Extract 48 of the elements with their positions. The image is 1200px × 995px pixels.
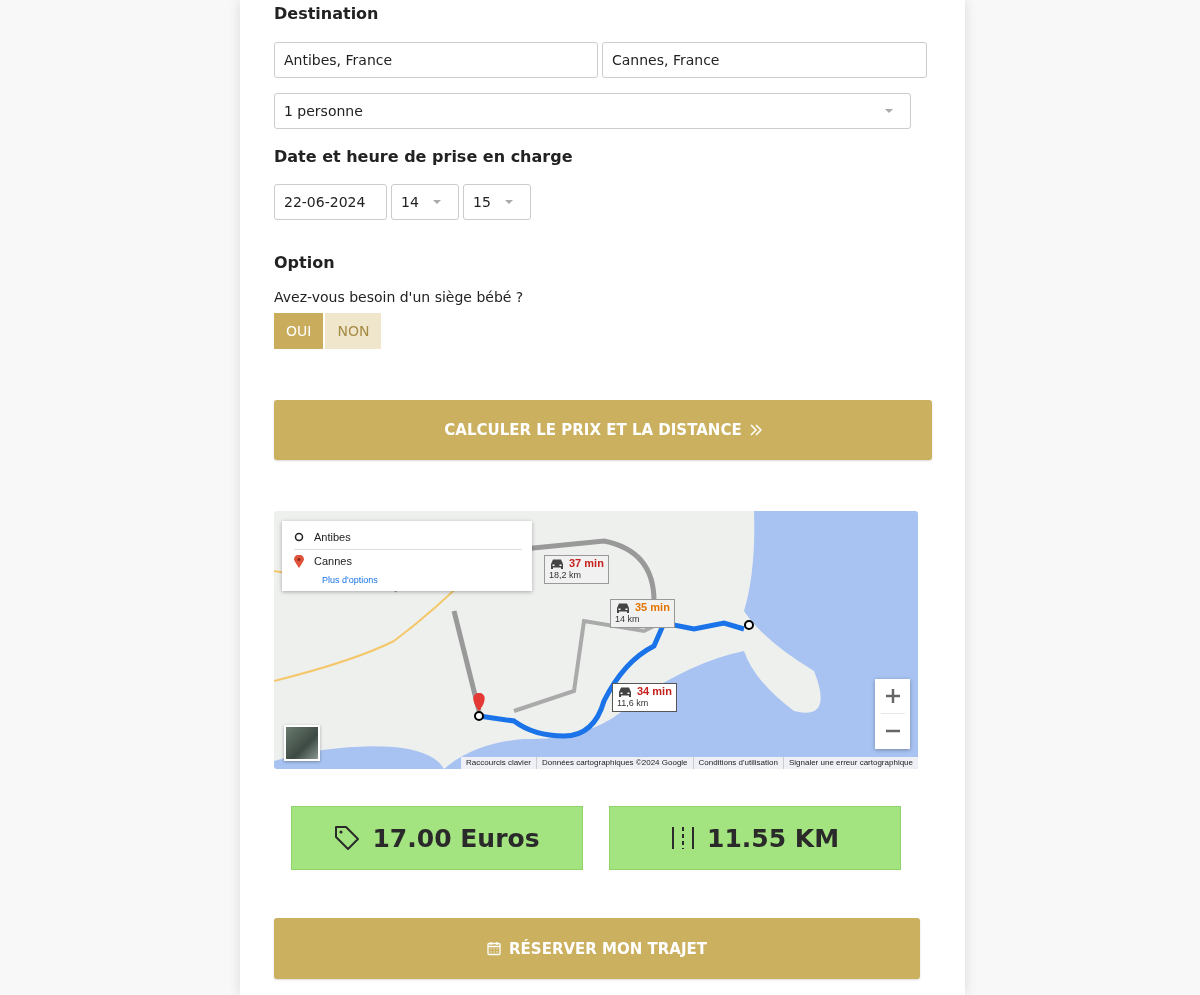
pickup-address-field[interactable]: Antibes, France bbox=[274, 42, 598, 78]
distance-result: 11.55 KM bbox=[609, 806, 901, 870]
question-text: Avez-vous besoin d'un siège bébé ? bbox=[274, 289, 525, 305]
price-result: 17.00 Euros bbox=[291, 806, 583, 870]
map-attribution-link[interactable]: Signaler une erreur cartographique bbox=[782, 757, 918, 769]
caret-icon bbox=[885, 109, 893, 113]
car-icon bbox=[615, 602, 631, 614]
car-icon bbox=[549, 558, 565, 570]
route-time: 35 min bbox=[635, 602, 670, 614]
map-view[interactable]: Antibes Cannes Plus d'options 37 min 18,2 km 35 min 14 km 34 min 11,6 km Raccourcis clavier Données cartographiques ©2024 Google Conditions d'utilisation Signaler une erreur cartographique bbox=[274, 511, 918, 769]
map-attribution-link[interactable]: Données cartographiques ©2024 Google bbox=[536, 757, 693, 769]
tag-icon bbox=[334, 825, 361, 851]
pin-icon bbox=[294, 554, 304, 568]
map-attribution-link[interactable]: Raccourcis clavier bbox=[461, 757, 536, 769]
route-distance: 18,2 km bbox=[549, 570, 582, 581]
caret-icon bbox=[433, 200, 441, 204]
destination-pin-marker bbox=[473, 693, 485, 721]
section-title: Option bbox=[274, 253, 336, 273]
route-distance: 14 km bbox=[615, 614, 641, 625]
route-stop: Cannes bbox=[314, 555, 352, 567]
caret-icon bbox=[505, 200, 513, 204]
origin-marker bbox=[744, 620, 754, 630]
route-stop: Antibes bbox=[314, 531, 351, 543]
minus-icon bbox=[885, 729, 900, 733]
car-icon bbox=[617, 686, 633, 698]
double-chevron-icon bbox=[749, 424, 762, 436]
route-callout[interactable]: 34 min 11,6 km bbox=[612, 683, 677, 712]
route-callout[interactable]: 37 min 18,2 km bbox=[544, 555, 609, 584]
route-time: 37 min bbox=[569, 558, 604, 570]
section-title: Date et heure de prise en charge bbox=[274, 147, 574, 167]
hour-select[interactable]: 14 bbox=[391, 184, 459, 220]
route-callout[interactable]: 35 min 14 km bbox=[610, 599, 675, 628]
zoom-out-button[interactable] bbox=[875, 714, 910, 748]
zoom-in-button[interactable] bbox=[875, 679, 910, 713]
calendar-icon bbox=[487, 941, 502, 956]
road-icon bbox=[671, 826, 695, 850]
date-field[interactable]: 22-06-2024 bbox=[274, 184, 387, 220]
more-options-link[interactable]: Plus d'options bbox=[322, 575, 378, 585]
circle-icon bbox=[294, 532, 304, 542]
destination-address-field[interactable]: Cannes, France bbox=[602, 42, 927, 78]
passenger-select[interactable]: 1 personne bbox=[274, 93, 911, 129]
minute-select[interactable]: 15 bbox=[463, 184, 531, 220]
route-distance: 11,6 km bbox=[617, 698, 650, 709]
route-time: 34 min bbox=[637, 686, 672, 698]
map-attribution-link[interactable]: Conditions d'utilisation bbox=[692, 757, 783, 769]
section-title: Destination bbox=[274, 4, 380, 24]
plus-icon bbox=[885, 689, 900, 703]
satellite-thumbnail[interactable] bbox=[284, 725, 320, 761]
